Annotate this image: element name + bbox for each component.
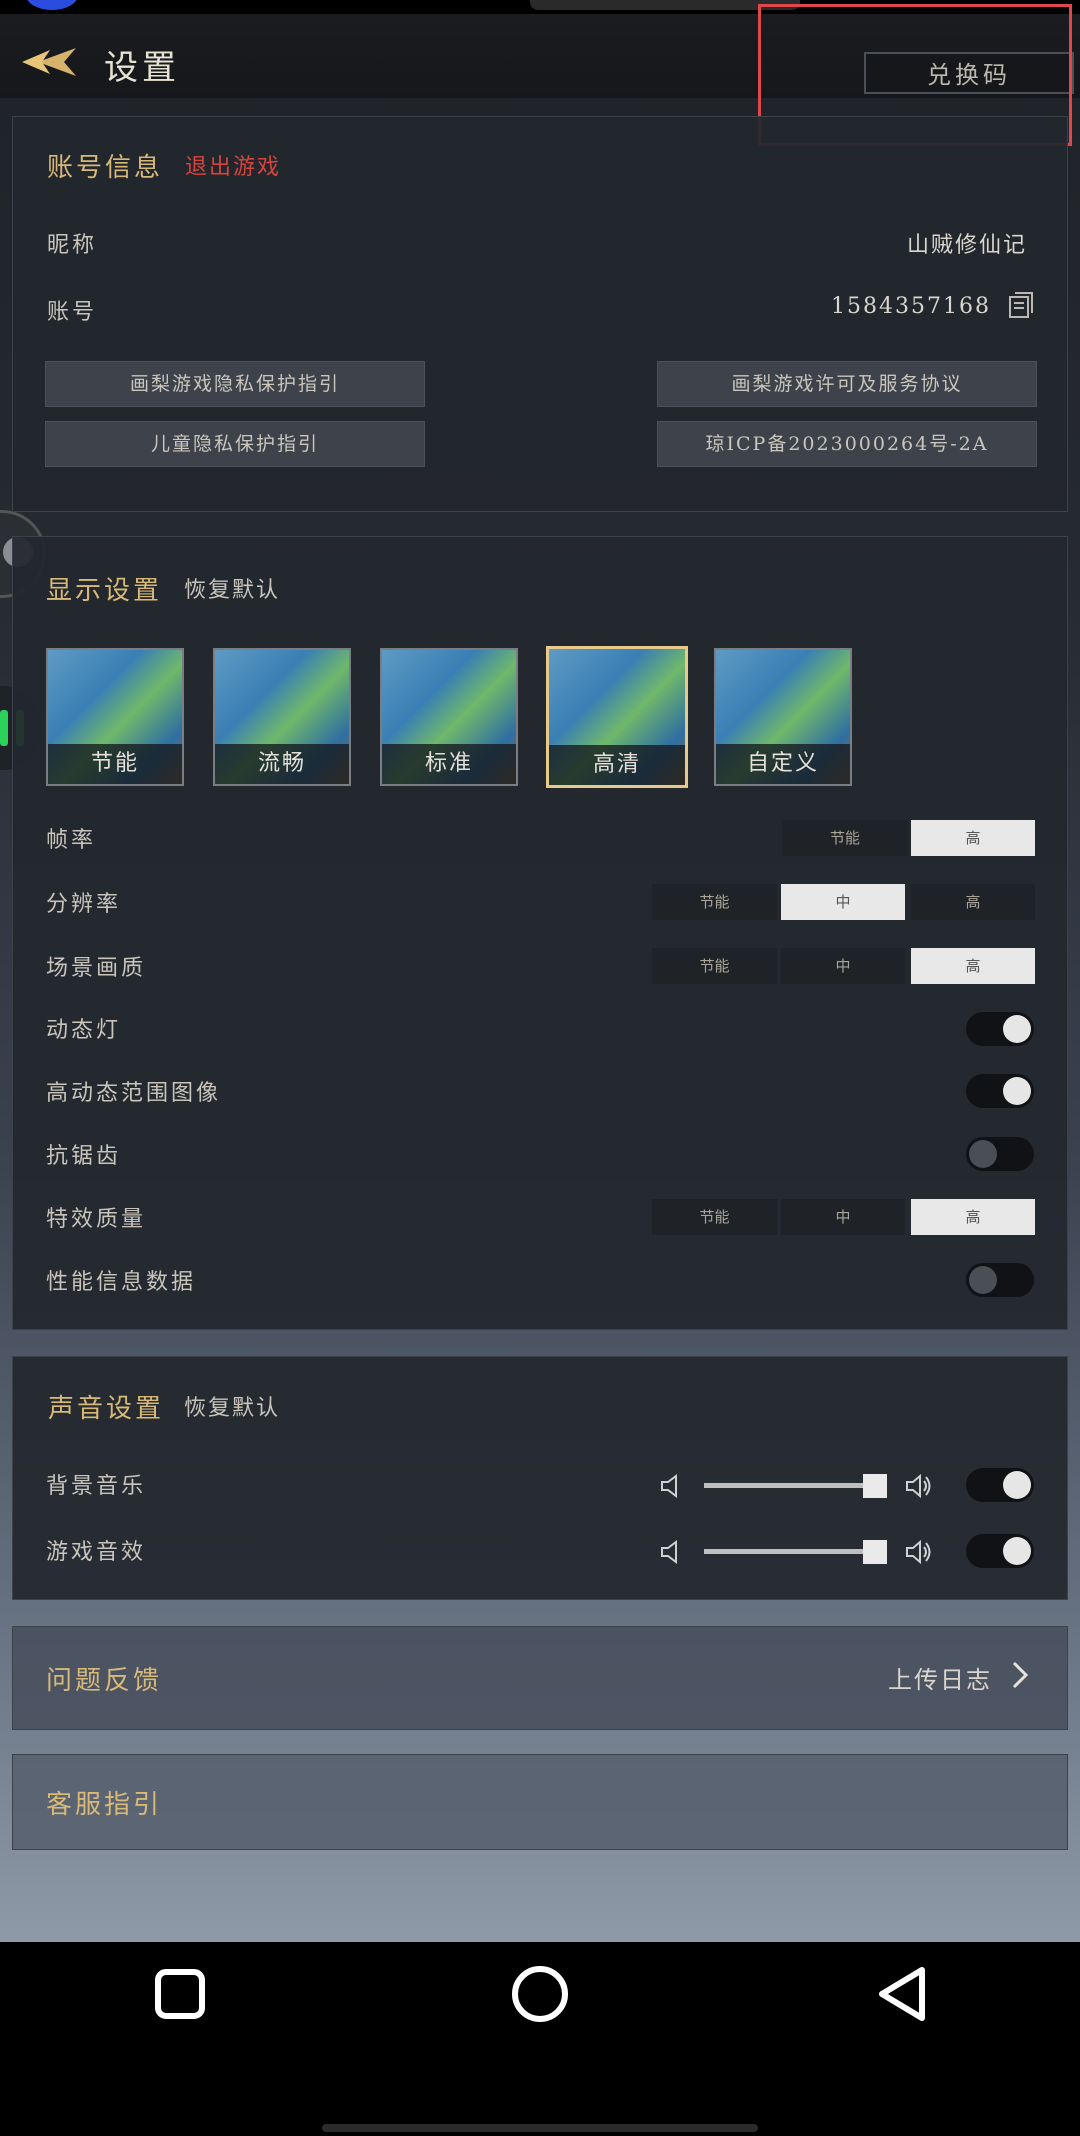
effects-quality-label: 特效质量 xyxy=(46,1207,147,1232)
scene-quality-option-mid[interactable]: 中 xyxy=(781,948,905,984)
preset-hd[interactable]: 高清 xyxy=(546,646,688,788)
resolution-option-power[interactable]: 节能 xyxy=(652,884,777,920)
privacy-guide-button[interactable]: 画梨游戏隐私保护指引 xyxy=(45,361,425,407)
display-reset-button[interactable]: 恢复默认 xyxy=(184,572,280,604)
account-label: 账号 xyxy=(47,300,98,325)
chevron-right-icon[interactable] xyxy=(1010,1660,1030,1690)
game-settings-screen: 设置 兑换码 账号信息 退出游戏 昵称 山贼修仙记 账号 1584357168 … xyxy=(0,0,1080,1942)
scene-quality-label: 场景画质 xyxy=(46,956,147,981)
preset-custom[interactable]: 自定义 xyxy=(714,648,852,786)
preset-standard[interactable]: 标准 xyxy=(380,648,518,786)
bgm-label: 背景音乐 xyxy=(46,1474,147,1499)
preset-smooth[interactable]: 流畅 xyxy=(213,648,351,786)
volume-mute-icon[interactable] xyxy=(658,1472,686,1500)
resolution-option-high[interactable]: 高 xyxy=(911,884,1035,920)
scene-quality-option-power[interactable]: 节能 xyxy=(652,948,777,984)
license-agreement-button[interactable]: 画梨游戏许可及服务协议 xyxy=(657,361,1037,407)
icp-license-button[interactable]: 琼ICP备2023000264号-2A xyxy=(657,421,1037,467)
back-arrow-icon[interactable] xyxy=(20,44,78,80)
volume-mute-icon[interactable] xyxy=(658,1538,686,1566)
bgm-slider-handle[interactable] xyxy=(863,1474,887,1498)
hdr-label: 高动态范围图像 xyxy=(46,1081,222,1106)
nickname-label: 昵称 xyxy=(47,233,98,258)
dynamic-light-toggle[interactable] xyxy=(966,1012,1034,1046)
sound-reset-button[interactable]: 恢复默认 xyxy=(184,1390,280,1422)
page-title: 设置 xyxy=(104,48,180,88)
support-title: 客服指引 xyxy=(46,1790,163,1820)
perf-info-toggle[interactable] xyxy=(966,1263,1034,1297)
framerate-label: 帧率 xyxy=(46,828,97,853)
resolution-label: 分辨率 xyxy=(46,892,122,917)
copy-icon[interactable] xyxy=(1007,291,1035,319)
effects-quality-option-mid[interactable]: 中 xyxy=(781,1199,905,1235)
scene-quality-option-high[interactable]: 高 xyxy=(911,948,1035,984)
resolution-option-mid[interactable]: 中 xyxy=(781,884,905,920)
circle-home-icon[interactable] xyxy=(510,1964,570,2024)
square-recents-icon[interactable] xyxy=(150,1964,210,2024)
perf-info-label: 性能信息数据 xyxy=(46,1270,197,1295)
sfx-label: 游戏音效 xyxy=(46,1540,147,1565)
account-panel: 账号信息 退出游戏 昵称 山贼修仙记 账号 1584357168 画梨游戏隐私保… xyxy=(12,116,1068,512)
dynamic-light-label: 动态灯 xyxy=(46,1018,122,1043)
sound-section-title: 声音设置 xyxy=(48,1394,165,1424)
antialias-label: 抗锯齿 xyxy=(46,1144,122,1169)
display-section-title: 显示设置 xyxy=(46,576,163,606)
support-panel[interactable] xyxy=(12,1754,1068,1850)
home-indicator xyxy=(322,2124,758,2132)
sfx-slider-handle[interactable] xyxy=(863,1540,887,1564)
framerate-option-high[interactable]: 高 xyxy=(911,820,1035,856)
antialias-toggle[interactable] xyxy=(966,1137,1034,1171)
sfx-slider-track[interactable] xyxy=(704,1549,884,1554)
effects-quality-option-high[interactable]: 高 xyxy=(911,1199,1035,1235)
account-section-title: 账号信息 xyxy=(47,153,164,183)
nickname-value: 山贼修仙记 xyxy=(906,233,1027,258)
sfx-toggle[interactable] xyxy=(966,1534,1034,1568)
account-value: 1584357168 xyxy=(831,294,991,319)
effects-quality-option-power[interactable]: 节能 xyxy=(652,1199,777,1235)
triangle-back-icon[interactable] xyxy=(872,1964,932,2024)
status-app-icon xyxy=(26,0,78,10)
volume-icon[interactable] xyxy=(904,1472,932,1500)
volume-icon[interactable] xyxy=(904,1538,932,1566)
hdr-toggle[interactable] xyxy=(966,1074,1034,1108)
bgm-toggle[interactable] xyxy=(966,1468,1034,1502)
logout-link[interactable]: 退出游戏 xyxy=(185,149,281,181)
child-privacy-button[interactable]: 儿童隐私保护指引 xyxy=(45,421,425,467)
bgm-slider-track[interactable] xyxy=(704,1483,884,1488)
feedback-title: 问题反馈 xyxy=(46,1666,163,1696)
framerate-option-power[interactable]: 节能 xyxy=(782,820,908,856)
preset-power-saving[interactable]: 节能 xyxy=(46,648,184,786)
upload-log-button[interactable]: 上传日志 xyxy=(888,1660,992,1695)
